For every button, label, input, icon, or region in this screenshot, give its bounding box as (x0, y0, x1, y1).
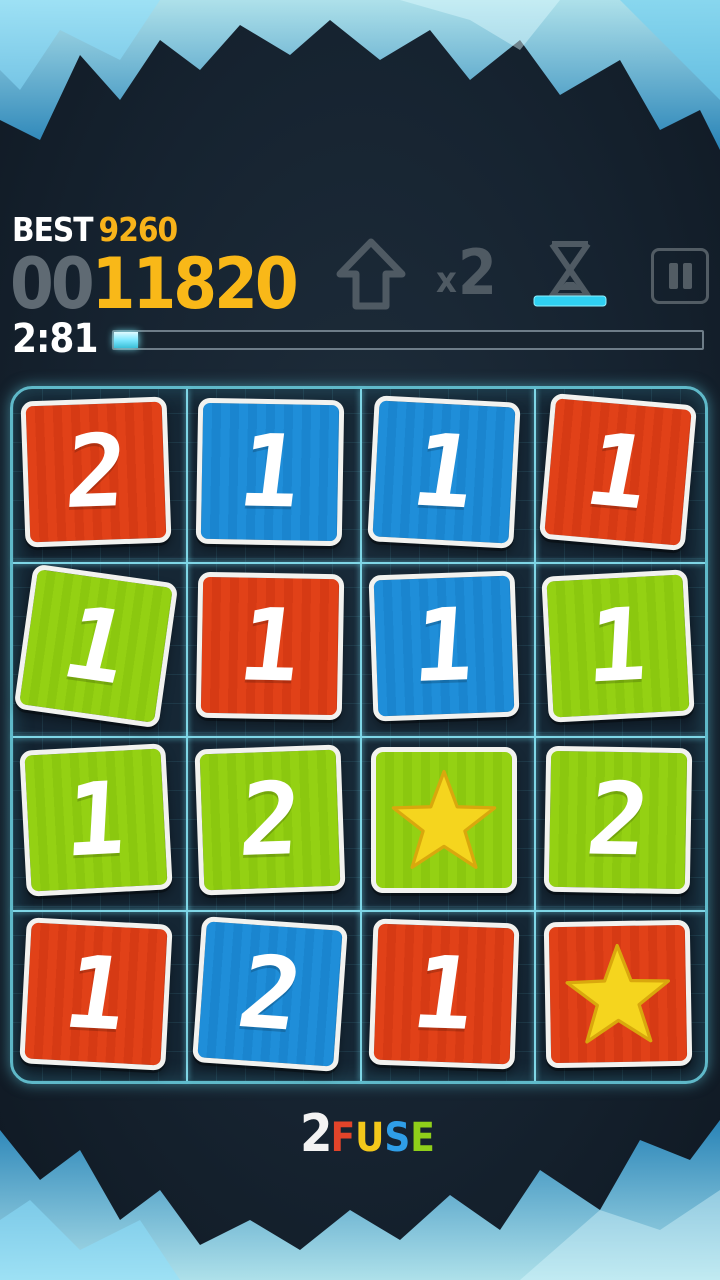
tile-value: 2 (61, 411, 131, 532)
number-tile[interactable]: 1 (195, 571, 345, 721)
tile-value: 1 (56, 933, 136, 1054)
tile-value: 1 (584, 585, 652, 706)
number-tile[interactable]: 1 (195, 397, 345, 547)
number-tile[interactable]: 1 (541, 569, 695, 723)
tile-value: 2 (229, 933, 311, 1054)
crystal-border-top (0, 0, 720, 150)
arrow-up-powerup-icon[interactable] (336, 238, 406, 310)
number-tile[interactable]: 1 (19, 917, 173, 1071)
tile-value: 2 (580, 760, 656, 879)
number-tile[interactable]: 1 (367, 395, 521, 549)
logo-letter: F (330, 1115, 356, 1161)
grid-line (360, 389, 362, 1081)
tile-value: 1 (576, 411, 660, 532)
tile-value: 2 (235, 759, 305, 880)
star-tile[interactable] (543, 919, 693, 1069)
timer-text: 2:81 (12, 316, 99, 362)
logo-letter: E (410, 1115, 435, 1161)
star-icon (565, 943, 671, 1044)
star-tile[interactable] (371, 747, 517, 893)
tile-value: 1 (62, 759, 130, 880)
logo-two: 2 (300, 1104, 333, 1164)
grid-line (13, 736, 705, 738)
tile-value: 1 (232, 586, 308, 705)
tile-value: 1 (232, 412, 308, 531)
tile-value: 1 (409, 585, 479, 706)
multiplier-x: x (436, 260, 457, 301)
pause-button[interactable] (651, 248, 709, 304)
number-tile[interactable]: 1 (13, 563, 179, 729)
game-logo: 2FUSE (300, 1108, 435, 1160)
tile-value: 1 (52, 584, 141, 707)
number-tile[interactable]: 2 (20, 396, 172, 548)
number-tile[interactable]: 1 (368, 570, 520, 722)
logo-letter: S (384, 1115, 411, 1161)
tile-value: 1 (404, 411, 484, 532)
current-score: 0011820 (10, 243, 299, 325)
time-progress-fill (114, 332, 138, 348)
logo-fuse: FUSE (331, 1115, 435, 1161)
number-tile[interactable]: 1 (538, 392, 698, 552)
number-tile[interactable]: 2 (192, 916, 348, 1072)
number-tile[interactable]: 1 (368, 918, 520, 1070)
time-progress-bar (112, 330, 704, 350)
hourglass-powerup-icon[interactable] (530, 238, 610, 310)
grid-line (13, 910, 705, 912)
grid-line (186, 389, 188, 1081)
logo-letter: U (355, 1115, 385, 1161)
number-tile[interactable]: 2 (194, 744, 346, 896)
number-tile[interactable]: 1 (19, 743, 173, 897)
score-leading-zeros: 00 (10, 243, 95, 325)
grid-line (13, 562, 705, 564)
multiplier-number: 2 (458, 236, 497, 309)
grid-line (534, 389, 536, 1081)
number-tile[interactable]: 2 (543, 745, 693, 895)
tile-value: 1 (405, 934, 483, 1053)
star-icon (391, 769, 497, 869)
game-board: 21111111122121 (10, 386, 708, 1084)
score-value: 11820 (91, 243, 299, 325)
multiplier-powerup[interactable]: x2 (436, 236, 500, 309)
